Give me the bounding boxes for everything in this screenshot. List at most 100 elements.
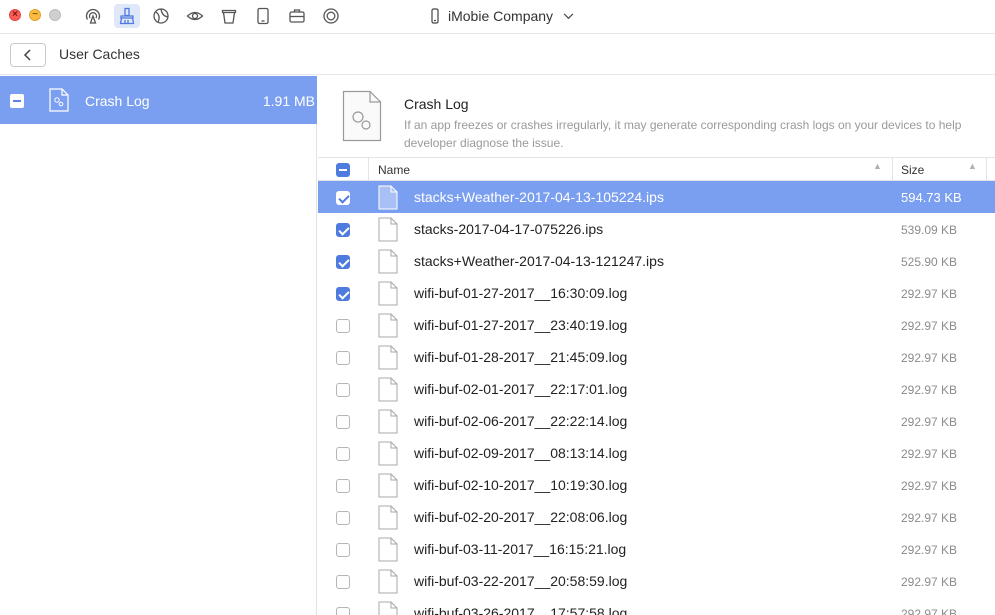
table-body: stacks+Weather-2017-04-13-105224.ips 594.… [318, 181, 995, 615]
file-icon [378, 601, 398, 615]
sidebar-item-size: 1.91 MB [262, 93, 315, 109]
row-checkbox[interactable] [336, 255, 350, 269]
row-checkbox[interactable] [336, 543, 350, 557]
file-size: 292.97 KB [901, 447, 958, 461]
file-icon [378, 537, 398, 562]
phone-icon [431, 8, 439, 24]
section-title: Crash Log [404, 96, 469, 112]
airdrop-icon[interactable] [80, 4, 106, 28]
file-size: 292.97 KB [901, 479, 958, 493]
sort-ascending-icon[interactable]: ▲ [873, 161, 882, 171]
toolbox-icon[interactable] [284, 4, 310, 28]
table-row[interactable]: wifi-buf-03-22-2017__20:58:59.log 292.97 … [318, 565, 995, 597]
file-size: 292.97 KB [901, 383, 958, 397]
section-description: If an app freezes or crashes irregularly… [404, 118, 962, 150]
table-row[interactable]: stacks+Weather-2017-04-13-121247.ips 525.… [318, 245, 995, 277]
file-icon [378, 473, 398, 498]
table-row[interactable]: wifi-buf-01-28-2017__21:45:09.log 292.97 … [318, 341, 995, 373]
row-checkbox[interactable] [336, 479, 350, 493]
file-icon [378, 281, 398, 306]
chevron-down-icon [563, 12, 574, 19]
file-icon [378, 441, 398, 466]
file-size: 292.97 KB [901, 575, 958, 589]
category-icon[interactable] [148, 4, 174, 28]
file-name: wifi-buf-02-09-2017__08:13:14.log [414, 445, 628, 461]
file-size: 292.97 KB [901, 415, 958, 429]
tablet-icon[interactable] [250, 4, 276, 28]
table-row[interactable]: wifi-buf-03-11-2017__16:15:21.log 292.97 … [318, 533, 995, 565]
table-row[interactable]: wifi-buf-02-10-2017__10:19:30.log 292.97 … [318, 469, 995, 501]
table-row[interactable]: wifi-buf-03-26-2017__17:57:58.log 292.97 … [318, 597, 995, 615]
back-button[interactable] [10, 43, 46, 67]
file-name: wifi-buf-01-27-2017__23:40:19.log [414, 317, 628, 333]
file-size: 525.90 KB [901, 255, 958, 269]
file-name: wifi-buf-02-01-2017__22:17:01.log [414, 381, 628, 397]
row-checkbox[interactable] [336, 447, 350, 461]
table-row[interactable]: wifi-buf-02-20-2017__22:08:06.log 292.97 … [318, 501, 995, 533]
crash-log-file-icon [49, 88, 69, 112]
column-header-size[interactable]: Size [901, 163, 924, 177]
table-row[interactable]: stacks-2017-04-17-075226.ips 539.09 KB [318, 213, 995, 245]
sidebar-item-crash-log[interactable]: Crash Log 1.91 MB [0, 76, 317, 124]
row-checkbox[interactable] [336, 351, 350, 365]
row-checkbox[interactable] [336, 383, 350, 397]
column-divider [892, 158, 893, 181]
table-header: Name ▲ Size ▲ [318, 157, 995, 181]
device-name: iMobie Company [448, 8, 554, 24]
file-icon [378, 569, 398, 594]
file-size: 292.97 KB [901, 319, 958, 333]
file-size: 292.97 KB [901, 511, 958, 525]
table-row[interactable]: stacks+Weather-2017-04-13-105224.ips 594.… [318, 181, 995, 213]
file-name: wifi-buf-01-27-2017__16:30:09.log [414, 285, 628, 301]
file-icon [378, 313, 398, 338]
trash-icon[interactable] [216, 4, 242, 28]
file-name: wifi-buf-03-11-2017__16:15:21.log [414, 541, 627, 557]
column-header-name[interactable]: Name [378, 163, 410, 177]
close-window-button[interactable]: × [9, 9, 21, 21]
row-checkbox[interactable] [336, 191, 350, 205]
file-icon [378, 377, 398, 402]
crash-log-large-icon [342, 90, 382, 142]
table-row[interactable]: wifi-buf-01-27-2017__23:40:19.log 292.97 … [318, 309, 995, 341]
sidebar-item-checkbox[interactable] [10, 94, 24, 108]
file-icon [378, 249, 398, 274]
file-size: 292.97 KB [901, 287, 958, 301]
file-icon [378, 505, 398, 530]
row-checkbox[interactable] [336, 607, 350, 615]
table-row[interactable]: wifi-buf-02-06-2017__22:22:14.log 292.97 … [318, 405, 995, 437]
main-content: Crash Log If an app freezes or crashes i… [318, 76, 995, 615]
minimize-window-button[interactable]: − [29, 9, 41, 21]
title-bar: × − iMobie Company [0, 0, 995, 34]
file-size: 594.73 KB [901, 190, 962, 205]
file-size: 292.97 KB [901, 543, 958, 557]
table-row[interactable]: wifi-buf-01-27-2017__16:30:09.log 292.97 … [318, 277, 995, 309]
preview-icon[interactable] [182, 4, 208, 28]
select-all-checkbox[interactable] [336, 163, 350, 177]
device-selector[interactable]: iMobie Company [430, 6, 574, 26]
page-header: User Caches [0, 35, 995, 75]
file-icon [378, 409, 398, 434]
row-checkbox[interactable] [336, 319, 350, 333]
file-name: wifi-buf-02-06-2017__22:22:14.log [414, 413, 628, 429]
file-name: wifi-buf-03-26-2017__17:57:58.log [414, 605, 628, 615]
file-name: stacks+Weather-2017-04-13-105224.ips [414, 189, 664, 205]
file-name: stacks-2017-04-17-075226.ips [414, 221, 604, 237]
chevron-left-icon [23, 49, 31, 61]
row-checkbox[interactable] [336, 575, 350, 589]
clean-icon[interactable] [114, 4, 140, 28]
sort-ascending-icon[interactable]: ▲ [968, 161, 977, 171]
row-checkbox[interactable] [336, 415, 350, 429]
row-checkbox[interactable] [336, 223, 350, 237]
row-checkbox[interactable] [336, 287, 350, 301]
table-row[interactable]: wifi-buf-02-09-2017__08:13:14.log 292.97 … [318, 437, 995, 469]
file-table: Name ▲ Size ▲ stacks+Weather-2017-04-13-… [318, 157, 995, 615]
file-name: wifi-buf-03-22-2017__20:58:59.log [414, 573, 628, 589]
table-row[interactable]: wifi-buf-02-01-2017__22:17:01.log 292.97 … [318, 373, 995, 405]
refresh-icon[interactable] [318, 4, 344, 28]
row-checkbox[interactable] [336, 511, 350, 525]
file-icon [378, 217, 398, 242]
column-divider [986, 158, 987, 181]
zoom-window-button[interactable] [49, 9, 61, 21]
sidebar: Crash Log 1.91 MB [0, 76, 317, 615]
file-name: wifi-buf-01-28-2017__21:45:09.log [414, 349, 628, 365]
